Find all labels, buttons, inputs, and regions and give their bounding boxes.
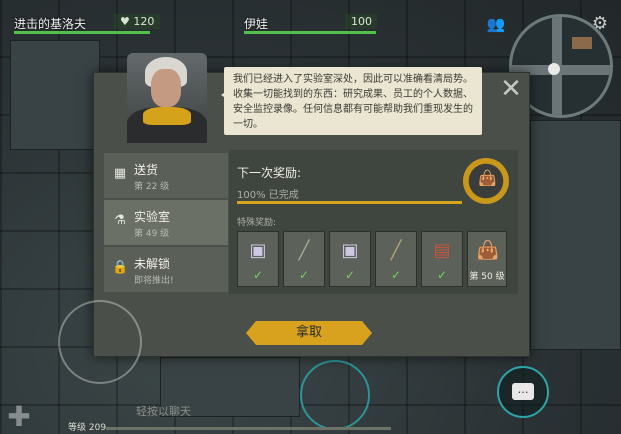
shotgun-icon: ╱ <box>390 240 402 261</box>
claim-button[interactable]: 拿取 <box>246 321 372 345</box>
loot-bag-icon: 👜 <box>476 240 500 261</box>
check-icon: ✓ <box>344 268 356 282</box>
progress-bar <box>237 201 462 204</box>
companion-health: 100 <box>345 14 377 29</box>
check-icon: ✓ <box>298 268 310 282</box>
crates-icon: ▦ <box>113 166 127 181</box>
reward-card[interactable]: ▣ ✓ <box>329 231 371 287</box>
loot-bag-icon: 👜 <box>478 169 497 187</box>
machinery <box>10 40 100 150</box>
chat-button[interactable]: … <box>497 366 549 418</box>
backpack-icon: ▤ <box>433 240 451 261</box>
character-portrait <box>127 53 207 143</box>
dpad-icon[interactable]: ✚ <box>4 402 34 432</box>
reward-card[interactable]: ▤ ✓ <box>421 231 463 287</box>
next-reward-badge[interactable]: 👜 <box>463 158 509 204</box>
teal-floor-ring <box>300 360 370 430</box>
progress-text: 100% 已完成 <box>237 190 299 201</box>
check-icon: ✓ <box>436 268 448 282</box>
sidebar-item-subtitle: 第 49 级 <box>134 229 170 239</box>
machinery <box>530 120 621 350</box>
reward-level: 第 50 级 <box>469 272 505 282</box>
player-health: ♥ 120 <box>114 14 161 29</box>
progress-fill <box>237 201 462 204</box>
special-reward-label: 特殊奖励: <box>237 218 277 228</box>
data-chip-icon: ▣ <box>249 240 267 261</box>
level-label: 等级 209 <box>68 423 107 433</box>
dialog-text: 我们已经进入了实验室深处，因此可以准确看清局势。收集一切能找到的东西：研究成果、… <box>221 67 482 135</box>
sidebar-item-subtitle: 第 22 级 <box>134 182 170 192</box>
check-icon: ✓ <box>252 268 264 282</box>
lock-icon: 🔒 <box>112 260 129 275</box>
sidebar-item-title: 实验室 <box>134 210 171 224</box>
chat-icon: … <box>512 383 534 400</box>
reward-card[interactable]: ▣ ✓ <box>237 231 279 287</box>
sidebar-item-locked: 🔒 未解锁 即将推出! <box>104 247 228 292</box>
sidebar-item-subtitle: 即将推出! <box>134 276 174 286</box>
xp-bar <box>106 427 391 430</box>
reward-card[interactable]: ╱ ✓ <box>375 231 417 287</box>
chat-placeholder[interactable]: 轻按以聊天 <box>136 403 191 419</box>
reward-card[interactable]: ╱ ✓ <box>283 231 325 287</box>
data-chip-icon: ▣ <box>341 240 359 261</box>
sidebar-item-title: 未解锁 <box>134 257 171 271</box>
sidebar-item-lab[interactable]: ⚗ 实验室 第 49 级 <box>104 200 228 245</box>
player-health-bar <box>14 31 150 34</box>
player-name: 进击的基洛夫 <box>14 17 87 31</box>
companion-name: 伊娃 <box>244 17 269 31</box>
movement-joystick[interactable] <box>58 300 142 384</box>
player-health-value: 120 <box>133 15 155 28</box>
flask-icon: ⚗ <box>114 213 126 228</box>
sidebar-item-title: 送货 <box>134 163 159 177</box>
check-icon: ✓ <box>390 268 402 282</box>
companion-health-bar <box>244 31 376 34</box>
next-reward-label: 下一次奖励: <box>237 166 302 180</box>
rifle-icon: ╱ <box>298 240 310 261</box>
friends-icon[interactable]: 👥 <box>486 16 506 32</box>
heart-icon: ♥ <box>120 15 134 28</box>
sidebar-item-delivery[interactable]: ▦ 送货 第 22 级 <box>104 153 228 198</box>
close-icon[interactable]: ✕ <box>498 76 524 103</box>
reward-card[interactable]: 👜 第 50 级 <box>467 231 507 287</box>
